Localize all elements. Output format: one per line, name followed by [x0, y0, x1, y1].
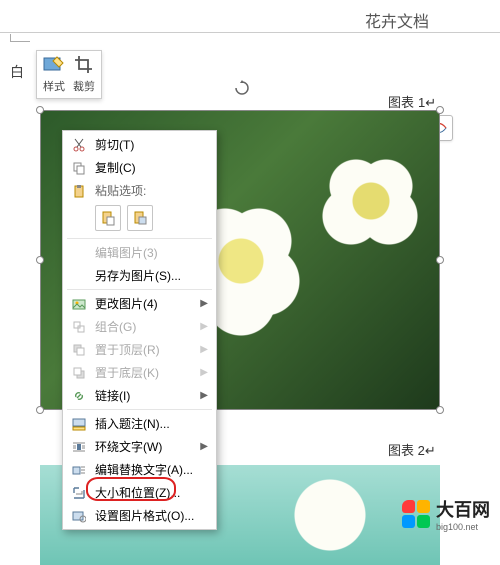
rotate-handle[interactable]	[234, 80, 250, 96]
menu-change-picture-label: 更改图片(4)	[95, 295, 192, 312]
ruler-indent	[10, 34, 30, 42]
send-back-icon	[71, 365, 87, 381]
menu-alt-text-label: 编辑替换文字(A)...	[95, 461, 208, 478]
menu-format-picture-label: 设置图片格式(O)...	[95, 507, 208, 524]
watermark-text: 大百网	[436, 496, 490, 522]
menu-alt-text[interactable]: 编辑替换文字(A)...	[63, 458, 216, 481]
menu-link-label: 链接(I)	[95, 387, 192, 404]
caption-2-label: 图表	[388, 443, 414, 458]
copy-icon	[71, 160, 87, 176]
menu-paste-header: 粘贴选项:	[63, 179, 216, 202]
submenu-arrow-icon: ▶	[200, 441, 208, 452]
blank-icon	[71, 245, 87, 261]
menu-format-picture[interactable]: 设置图片格式(O)...	[63, 504, 216, 527]
menu-group: 组合(G) ▶	[63, 315, 216, 338]
watermark-url: big100.net	[436, 522, 490, 532]
alt-text-icon	[71, 462, 87, 478]
style-button[interactable]: 样式	[43, 55, 65, 94]
bring-front-icon	[71, 342, 87, 358]
menu-save-as-picture[interactable]: 另存为图片(S)...	[63, 264, 216, 287]
blank-icon	[71, 268, 87, 284]
paste-option-picture[interactable]	[127, 205, 153, 231]
style-icon	[43, 55, 65, 76]
submenu-arrow-icon: ▶	[200, 390, 208, 401]
paste-options-row	[63, 202, 216, 236]
menu-save-as-label: 另存为图片(S)...	[95, 267, 208, 284]
wrap-text-icon	[71, 439, 87, 455]
context-menu: 剪切(T) 复制(C) 粘贴选项: 编辑图片(3) 另存为图片(S)... 更改…	[62, 130, 217, 530]
menu-edit-picture: 编辑图片(3)	[63, 241, 216, 264]
change-picture-icon	[71, 296, 87, 312]
submenu-arrow-icon: ▶	[200, 367, 208, 378]
menu-insert-caption-label: 插入题注(N)...	[95, 415, 208, 432]
menu-wrap-text-label: 环绕文字(W)	[95, 438, 192, 455]
link-icon	[71, 388, 87, 404]
menu-send-back-label: 置于底层(K)	[95, 364, 192, 381]
submenu-arrow-icon: ▶	[200, 344, 208, 355]
menu-insert-caption[interactable]: 插入题注(N)...	[63, 412, 216, 435]
menu-cut-label: 剪切(T)	[95, 136, 208, 153]
submenu-arrow-icon: ▶	[200, 298, 208, 309]
paste-option-keep[interactable]	[95, 205, 121, 231]
caption-2: 图表 2↵	[388, 440, 436, 459]
menu-change-picture[interactable]: 更改图片(4) ▶	[63, 292, 216, 315]
menu-edit-picture-label: 编辑图片(3)	[95, 244, 208, 261]
crop-label: 裁剪	[73, 78, 95, 94]
menu-send-back: 置于底层(K) ▶	[63, 361, 216, 384]
crop-icon	[74, 55, 94, 76]
caption-1-label: 图表	[388, 95, 414, 110]
caption-2-number: 2	[418, 443, 425, 458]
resize-handle-mr[interactable]	[436, 256, 444, 264]
menu-separator	[67, 409, 212, 410]
menu-size-position-label: 大小和位置(Z)...	[95, 484, 208, 501]
document-title: 花卉文档	[365, 8, 429, 32]
style-label: 样式	[43, 78, 65, 94]
menu-size-position[interactable]: 大小和位置(Z)...	[63, 481, 216, 504]
size-position-icon	[71, 485, 87, 501]
crop-button[interactable]: 裁剪	[73, 55, 95, 94]
menu-copy[interactable]: 复制(C)	[63, 156, 216, 179]
menu-separator	[67, 289, 212, 290]
watermark-logo-icon	[402, 500, 430, 528]
resize-handle-bl[interactable]	[36, 406, 44, 414]
paste-icon	[71, 183, 87, 199]
cut-icon	[71, 137, 87, 153]
menu-bring-front: 置于顶层(R) ▶	[63, 338, 216, 361]
menu-wrap-text[interactable]: 环绕文字(W) ▶	[63, 435, 216, 458]
caption-icon	[71, 416, 87, 432]
resize-handle-tr[interactable]	[436, 106, 444, 114]
menu-bring-front-label: 置于顶层(R)	[95, 341, 192, 358]
format-picture-icon	[71, 508, 87, 524]
menu-copy-label: 复制(C)	[95, 159, 208, 176]
menu-link[interactable]: 链接(I) ▶	[63, 384, 216, 407]
ruler	[0, 32, 500, 33]
group-icon	[71, 319, 87, 335]
menu-group-label: 组合(G)	[95, 318, 192, 335]
side-label: 白	[10, 62, 24, 82]
mini-toolbar: 样式 裁剪	[36, 50, 102, 99]
watermark: 大百网 big100.net	[402, 496, 490, 532]
submenu-arrow-icon: ▶	[200, 321, 208, 332]
resize-handle-ml[interactable]	[36, 256, 44, 264]
menu-separator	[67, 238, 212, 239]
menu-paste-label: 粘贴选项:	[95, 182, 208, 199]
menu-cut[interactable]: 剪切(T)	[63, 133, 216, 156]
caption-1: 图表1↵	[388, 92, 436, 111]
resize-handle-tl[interactable]	[36, 106, 44, 114]
resize-handle-br[interactable]	[436, 406, 444, 414]
